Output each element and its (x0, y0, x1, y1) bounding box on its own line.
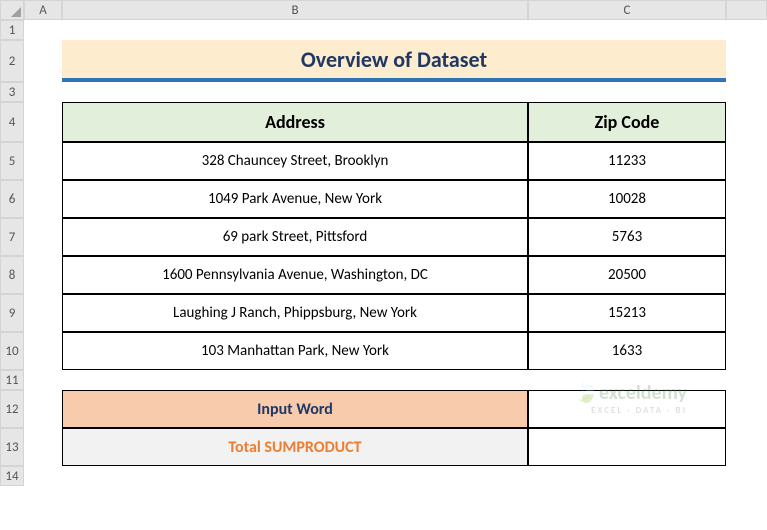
row-header-5[interactable]: 5 (0, 142, 24, 180)
row-header-3[interactable]: 3 (0, 82, 24, 102)
address-1[interactable]: 1049 Park Avenue, New York (62, 180, 528, 218)
address-0[interactable]: 328 Chauncey Street, Brooklyn (62, 142, 528, 180)
cell-D12[interactable] (726, 390, 767, 428)
cell-A8[interactable] (24, 256, 62, 294)
cell-B3[interactable] (62, 82, 528, 102)
cell-C1[interactable] (528, 20, 726, 40)
col-header-blank[interactable] (726, 0, 767, 20)
cell-D9[interactable] (726, 294, 767, 332)
cell-C14[interactable] (528, 466, 726, 486)
dataset-title[interactable]: Overview of Dataset (62, 40, 726, 82)
cell-A4[interactable] (24, 102, 62, 142)
input-word-label[interactable]: Input Word (62, 390, 528, 428)
cell-D10[interactable] (726, 332, 767, 370)
cell-A10[interactable] (24, 332, 62, 370)
address-3[interactable]: 1600 Pennsylvania Avenue, Washington, DC (62, 256, 528, 294)
row-header-12[interactable]: 12 (0, 390, 24, 428)
row-header-4[interactable]: 4 (0, 102, 24, 142)
cell-A7[interactable] (24, 218, 62, 256)
zip-5[interactable]: 1633 (528, 332, 726, 370)
select-all-corner[interactable] (0, 0, 24, 20)
zip-4[interactable]: 15213 (528, 294, 726, 332)
row-header-13[interactable]: 13 (0, 428, 24, 466)
cell-D5[interactable] (726, 142, 767, 180)
zip-2[interactable]: 5763 (528, 218, 726, 256)
cell-C11[interactable] (528, 370, 726, 390)
cell-A3[interactable] (24, 82, 62, 102)
row-header-10[interactable]: 10 (0, 332, 24, 370)
cell-B14[interactable] (62, 466, 528, 486)
cell-A1[interactable] (24, 20, 62, 40)
cell-A2[interactable] (24, 40, 62, 82)
address-5[interactable]: 103 Manhattan Park, New York (62, 332, 528, 370)
cell-D2[interactable] (726, 40, 767, 82)
cell-A11[interactable] (24, 370, 62, 390)
address-2[interactable]: 69 park Street, Pittsford (62, 218, 528, 256)
cell-D1[interactable] (726, 20, 767, 40)
row-header-11[interactable]: 11 (0, 370, 24, 390)
cell-A14[interactable] (24, 466, 62, 486)
header-address[interactable]: Address (62, 102, 528, 142)
cell-A9[interactable] (24, 294, 62, 332)
col-header-C[interactable]: C (528, 0, 726, 20)
cell-B11[interactable] (62, 370, 528, 390)
col-header-A[interactable]: A (24, 0, 62, 20)
row-header-9[interactable]: 9 (0, 294, 24, 332)
cell-D11[interactable] (726, 370, 767, 390)
zip-3[interactable]: 20500 (528, 256, 726, 294)
header-zip[interactable]: Zip Code (528, 102, 726, 142)
zip-0[interactable]: 11233 (528, 142, 726, 180)
cell-D7[interactable] (726, 218, 767, 256)
row-header-7[interactable]: 7 (0, 218, 24, 256)
cell-D6[interactable] (726, 180, 767, 218)
cell-D13[interactable] (726, 428, 767, 466)
cell-D4[interactable] (726, 102, 767, 142)
row-header-8[interactable]: 8 (0, 256, 24, 294)
cell-D8[interactable] (726, 256, 767, 294)
cell-B1[interactable] (62, 20, 528, 40)
row-header-2[interactable]: 2 (0, 40, 24, 82)
spreadsheet: A B C 1 2 Overview of Dataset 3 4 Addres… (0, 0, 767, 486)
cell-D3[interactable] (726, 82, 767, 102)
col-header-B[interactable]: B (62, 0, 528, 20)
address-4[interactable]: Laughing J Ranch, Phippsburg, New York (62, 294, 528, 332)
cell-C3[interactable] (528, 82, 726, 102)
cell-D14[interactable] (726, 466, 767, 486)
row-header-1[interactable]: 1 (0, 20, 24, 40)
cell-A12[interactable] (24, 390, 62, 428)
total-sumproduct-value[interactable] (528, 428, 726, 466)
total-sumproduct-label[interactable]: Total SUMPRODUCT (62, 428, 528, 466)
cell-A6[interactable] (24, 180, 62, 218)
row-header-6[interactable]: 6 (0, 180, 24, 218)
row-header-14[interactable]: 14 (0, 466, 24, 486)
zip-1[interactable]: 10028 (528, 180, 726, 218)
cell-A5[interactable] (24, 142, 62, 180)
cell-A13[interactable] (24, 428, 62, 466)
input-word-value[interactable] (528, 390, 726, 428)
